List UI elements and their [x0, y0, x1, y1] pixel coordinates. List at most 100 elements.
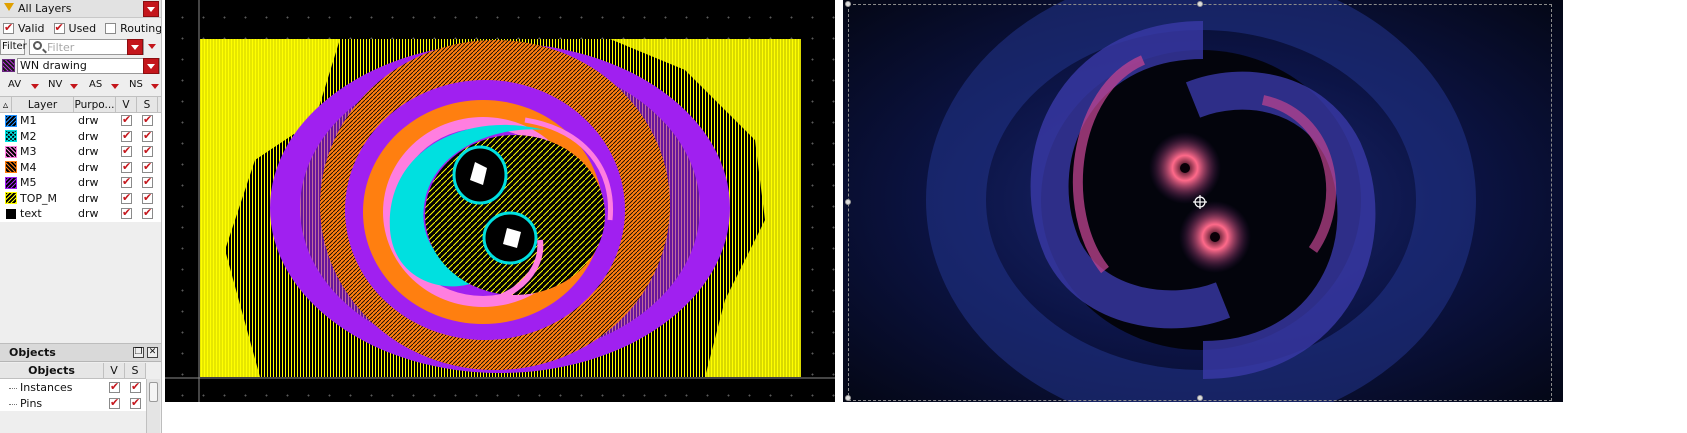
- objects-scrollbar[interactable]: [146, 379, 160, 433]
- layer-selectable-checkbox[interactable]: [142, 160, 153, 173]
- layer-name-cell: M5: [0, 176, 74, 189]
- col-visible[interactable]: V: [116, 97, 137, 112]
- layer-visible-cell: [116, 160, 137, 173]
- layer-selectable-checkbox[interactable]: [142, 144, 153, 158]
- layer-purpose: drw: [78, 114, 99, 128]
- layer-table-header: ▵ Layer Purpo... V S: [0, 96, 161, 113]
- layer-row-text[interactable]: text drw: [0, 206, 161, 222]
- toggle-ns-arrow-icon[interactable]: [151, 84, 159, 89]
- layer-swatch-icon: [5, 114, 17, 127]
- col-objects[interactable]: Objects: [0, 363, 104, 378]
- layer-selectable-checkbox[interactable]: [142, 191, 153, 204]
- layer-purpose: drw: [78, 145, 99, 159]
- options-menu-icon[interactable]: [148, 44, 156, 49]
- filter-button[interactable]: Filter: [0, 39, 27, 55]
- col-layer[interactable]: Layer: [12, 97, 74, 112]
- toggle-as[interactable]: AS: [89, 79, 102, 90]
- layer-visible-checkbox[interactable]: [121, 113, 132, 127]
- valid-label: Valid: [18, 21, 45, 35]
- pins-visible-checkbox[interactable]: [109, 396, 120, 409]
- layer-name: M4: [20, 160, 37, 174]
- layer-visible-cell: [116, 144, 137, 158]
- layer-name-cell: M3: [0, 145, 74, 158]
- chevron-down-icon[interactable]: [143, 58, 159, 74]
- layer-swatch-icon: [5, 145, 17, 158]
- search-icon: [33, 41, 42, 50]
- layer-selectable-checkbox[interactable]: [142, 175, 153, 189]
- instances-selectable-checkbox[interactable]: [130, 380, 141, 393]
- col-selectable[interactable]: S: [125, 363, 146, 378]
- layer-selectable-checkbox[interactable]: [142, 113, 153, 127]
- layer-name-cell: M1: [0, 114, 74, 127]
- layer-purpose: drw: [78, 129, 99, 143]
- layer-visible-checkbox[interactable]: [121, 206, 132, 220]
- scroll-thumb[interactable]: [149, 382, 158, 402]
- layer-visible-checkbox[interactable]: [121, 175, 132, 189]
- layer-swatch-icon: [5, 192, 17, 205]
- layout-canvas[interactable]: [165, 0, 835, 402]
- col-purpose[interactable]: Purpo...: [74, 97, 116, 112]
- layer-visible-checkbox[interactable]: [121, 129, 132, 142]
- valid-checkbox[interactable]: [3, 21, 14, 34]
- layer-selectable-checkbox[interactable]: [142, 206, 153, 220]
- layer-selectable-cell: [137, 144, 158, 158]
- layer-row-m5[interactable]: M5 drw: [0, 175, 161, 191]
- layer-rows: M1drwM2drwM3drwM4drwM5drwTOP_Mdrwtextdrw: [0, 113, 161, 222]
- routing-checkbox[interactable]: [105, 22, 117, 34]
- layer-name: text: [20, 207, 42, 221]
- layer-table: ▵ Layer Purpo... V S M1 drw M2 drw M3 drw M4 dr…: [0, 96, 161, 222]
- close-icon[interactable]: ✕: [147, 347, 158, 358]
- toggle-as-arrow-icon[interactable]: [111, 84, 119, 89]
- layer-selectable-checkbox[interactable]: [142, 129, 153, 142]
- object-name: Instances: [0, 381, 104, 394]
- filter-dropdown-button[interactable]: [127, 39, 143, 55]
- used-checkbox[interactable]: [53, 21, 65, 34]
- visibility-options: Valid Used Routing: [0, 19, 162, 37]
- layer-visible-cell: [116, 113, 137, 127]
- render-preview[interactable]: [843, 0, 1563, 402]
- layer-visible-checkbox[interactable]: [121, 144, 132, 158]
- layer-swatch-icon: [5, 207, 17, 220]
- layer-name: M3: [20, 145, 37, 159]
- layer-row-m1[interactable]: M1 drw: [0, 113, 161, 129]
- instances-visible-checkbox[interactable]: [109, 380, 120, 393]
- layer-selectable-cell: [137, 129, 158, 142]
- routing-label: Routing: [120, 21, 162, 35]
- float-window-icon[interactable]: ❐: [133, 347, 144, 358]
- layer-name-cell: text: [0, 207, 74, 220]
- layer-swatch-icon: [2, 59, 15, 72]
- layer-name: TOP_M: [20, 191, 58, 205]
- visibility-toggles: AV NV AS NS: [0, 76, 161, 94]
- layer-purpose: drw: [78, 191, 99, 205]
- used-label: Used: [68, 21, 97, 35]
- layer-palette: All Layers Valid Used Routing Filter Fil…: [0, 0, 162, 433]
- objects-panel: Objects ❐ ✕ Objects V S Instances Pins: [0, 343, 161, 433]
- object-row-pins[interactable]: Pins: [0, 395, 146, 411]
- layer-filter-value: All Layers: [18, 2, 72, 15]
- layer-selectable-cell: [137, 175, 158, 189]
- toggle-av[interactable]: AV: [8, 79, 21, 90]
- layer-row-m2[interactable]: M2 drw: [0, 128, 161, 144]
- layout-artwork: [165, 0, 835, 402]
- object-row-instances[interactable]: Instances: [0, 379, 146, 395]
- toggle-av-arrow-icon[interactable]: [31, 84, 39, 89]
- layer-row-top_m[interactable]: TOP_M drw: [0, 190, 161, 206]
- col-visible[interactable]: V: [104, 363, 125, 378]
- layer-visible-checkbox[interactable]: [121, 160, 132, 173]
- sort-indicator-icon[interactable]: ▵: [0, 97, 12, 112]
- toggle-ns[interactable]: NS: [129, 79, 143, 90]
- toggle-nv[interactable]: NV: [48, 79, 62, 90]
- pins-selectable-checkbox[interactable]: [130, 396, 141, 409]
- chevron-down-icon[interactable]: [143, 1, 159, 17]
- layer-swatch-icon: [5, 176, 17, 189]
- layer-name-cell: TOP_M: [0, 192, 74, 205]
- layer-filter-dropdown[interactable]: All Layers: [0, 0, 161, 18]
- layer-row-m4[interactable]: M4 drw: [0, 159, 161, 175]
- layer-row-m3[interactable]: M3 drw: [0, 144, 161, 160]
- col-selectable[interactable]: S: [137, 97, 158, 112]
- toggle-nv-arrow-icon[interactable]: [70, 84, 78, 89]
- layer-selectable-cell: [137, 113, 158, 127]
- layer-visible-checkbox[interactable]: [121, 191, 132, 204]
- lpp-selector[interactable]: WN drawing: [0, 57, 161, 75]
- layer-name-cell: M2: [0, 130, 74, 143]
